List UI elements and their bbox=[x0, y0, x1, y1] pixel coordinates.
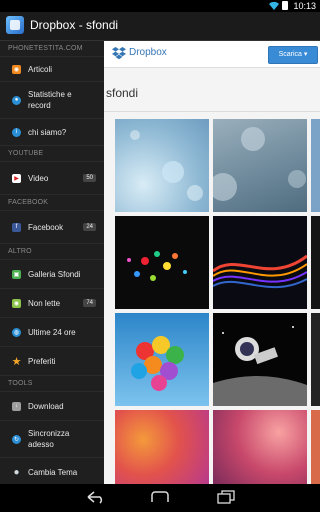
dropbox-header: Dropbox Scarica ▾ bbox=[104, 41, 320, 68]
drawer-item-non-lette[interactable]: ◉ Non lette 74 bbox=[0, 289, 104, 318]
youtube-icon: ▶ bbox=[12, 173, 21, 183]
drawer-item-label: Cambia Tema bbox=[28, 467, 78, 477]
section-header: TOOLS bbox=[0, 376, 104, 392]
drawer-item-label: Sincronizza adesso bbox=[28, 429, 70, 449]
status-time: 10:13 bbox=[293, 1, 316, 11]
drawer-item-facebook[interactable]: f Facebook 24 bbox=[0, 211, 104, 244]
status-bar: 10:13 bbox=[0, 0, 320, 12]
action-bar: Dropbox - sfondi bbox=[0, 12, 320, 41]
drawer-item-label: Articoli bbox=[28, 64, 53, 74]
wallpaper-thumbnail[interactable] bbox=[115, 119, 209, 212]
drawer-item-label: Video bbox=[28, 173, 49, 183]
section-header: FACEBOOK bbox=[0, 195, 104, 211]
wallpaper-thumbnail[interactable] bbox=[115, 313, 209, 406]
bokeh-image bbox=[213, 127, 306, 201]
folder-title: sfondi bbox=[106, 86, 139, 100]
wallpaper-thumbnail[interactable] bbox=[115, 410, 209, 484]
drawer-item-articoli[interactable]: ◉ Articoli bbox=[0, 57, 104, 82]
drawer-item-label: Facebook bbox=[28, 222, 64, 232]
drawer-item-video[interactable]: ▶ Video 50 bbox=[0, 162, 104, 195]
navigation-drawer: PHONETESTITA.COM ◉ Articoli ● Statistich… bbox=[0, 41, 104, 484]
waves-image bbox=[213, 254, 307, 289]
drawer-item-preferiti[interactable]: ★ Preferiti bbox=[0, 347, 104, 376]
drawer-item-label: chi siamo? bbox=[28, 127, 67, 137]
balloons-image bbox=[131, 336, 184, 391]
wallpaper-thumbnail[interactable] bbox=[213, 313, 307, 406]
drawer-item-chi-siamo[interactable]: i chi siamo? bbox=[0, 119, 104, 146]
drawer-item-ultime-24-ore[interactable]: ◍ Ultime 24 ore bbox=[0, 318, 104, 347]
drawer-item-label: Non lette bbox=[28, 298, 61, 308]
home-icon[interactable] bbox=[149, 490, 171, 504]
wallpaper-thumbnail[interactable] bbox=[115, 216, 209, 309]
wifi-icon bbox=[269, 1, 279, 10]
battery-icon bbox=[282, 1, 288, 10]
rss-icon: ◉ bbox=[12, 298, 21, 308]
count-badge: 24 bbox=[83, 223, 96, 231]
info-icon: i bbox=[12, 127, 21, 137]
drawer-item-galleria[interactable]: ▣ Galleria Sfondi bbox=[0, 260, 104, 289]
divider bbox=[104, 111, 320, 112]
status-icons bbox=[269, 1, 288, 10]
astronaut-image bbox=[213, 326, 307, 406]
app-title: Dropbox - sfondi bbox=[30, 18, 119, 32]
rss-icon: ◉ bbox=[12, 64, 21, 74]
section-header: ALTRO bbox=[0, 244, 104, 260]
dropbox-icon bbox=[112, 47, 126, 60]
wallpaper-thumbnail[interactable] bbox=[311, 119, 320, 212]
wallpaper-thumbnail[interactable] bbox=[213, 119, 307, 212]
drawer-item-label: Ultime 24 ore bbox=[28, 327, 76, 337]
wallpaper-thumbnail[interactable] bbox=[311, 410, 320, 484]
wallpaper-thumbnail[interactable] bbox=[213, 216, 307, 309]
facebook-icon: f bbox=[12, 222, 21, 232]
wallpaper-thumbnail[interactable] bbox=[213, 410, 307, 484]
back-icon[interactable] bbox=[84, 490, 106, 504]
star-icon: ★ bbox=[11, 355, 22, 368]
navigation-bar bbox=[0, 484, 320, 512]
drawer-item-label: Preferiti bbox=[28, 356, 56, 366]
count-badge: 74 bbox=[83, 299, 96, 307]
drawer-item-label: Galleria Sfondi bbox=[28, 269, 81, 279]
sync-icon: ↻ bbox=[12, 434, 21, 444]
drawer-item-label: Download bbox=[28, 401, 64, 411]
download-button[interactable]: Scarica ▾ bbox=[268, 46, 318, 64]
app-icon[interactable] bbox=[6, 16, 24, 34]
drawer-item-statistiche[interactable]: ● Statistiche e record bbox=[0, 82, 104, 119]
bokeh-image bbox=[127, 251, 187, 281]
section-header: PHONETESTITA.COM bbox=[0, 41, 104, 57]
bokeh-image bbox=[130, 130, 203, 201]
recent-apps-icon[interactable] bbox=[215, 490, 237, 504]
drawer-item-cambia-tema[interactable]: ● Cambia Tema bbox=[0, 458, 104, 484]
content-area: Dropbox Scarica ▾ sfondi bbox=[104, 41, 320, 484]
bulb-icon: ● bbox=[13, 466, 20, 478]
dropbox-title: Dropbox bbox=[129, 47, 167, 58]
gallery-icon: ▣ bbox=[12, 269, 21, 279]
count-badge: 50 bbox=[83, 174, 96, 182]
section-header: YOUTUBE bbox=[0, 146, 104, 162]
globe-icon: ◍ bbox=[12, 327, 21, 337]
stats-icon: ● bbox=[12, 95, 21, 105]
wallpaper-thumbnail[interactable] bbox=[311, 216, 320, 309]
drawer-item-download[interactable]: ↓ Download bbox=[0, 392, 104, 421]
drawer-item-label: Statistiche e record bbox=[28, 90, 72, 110]
download-icon: ↓ bbox=[12, 401, 21, 411]
wallpaper-thumbnail[interactable] bbox=[311, 313, 320, 406]
drawer-item-sincronizza[interactable]: ↻ Sincronizza adesso bbox=[0, 421, 104, 458]
